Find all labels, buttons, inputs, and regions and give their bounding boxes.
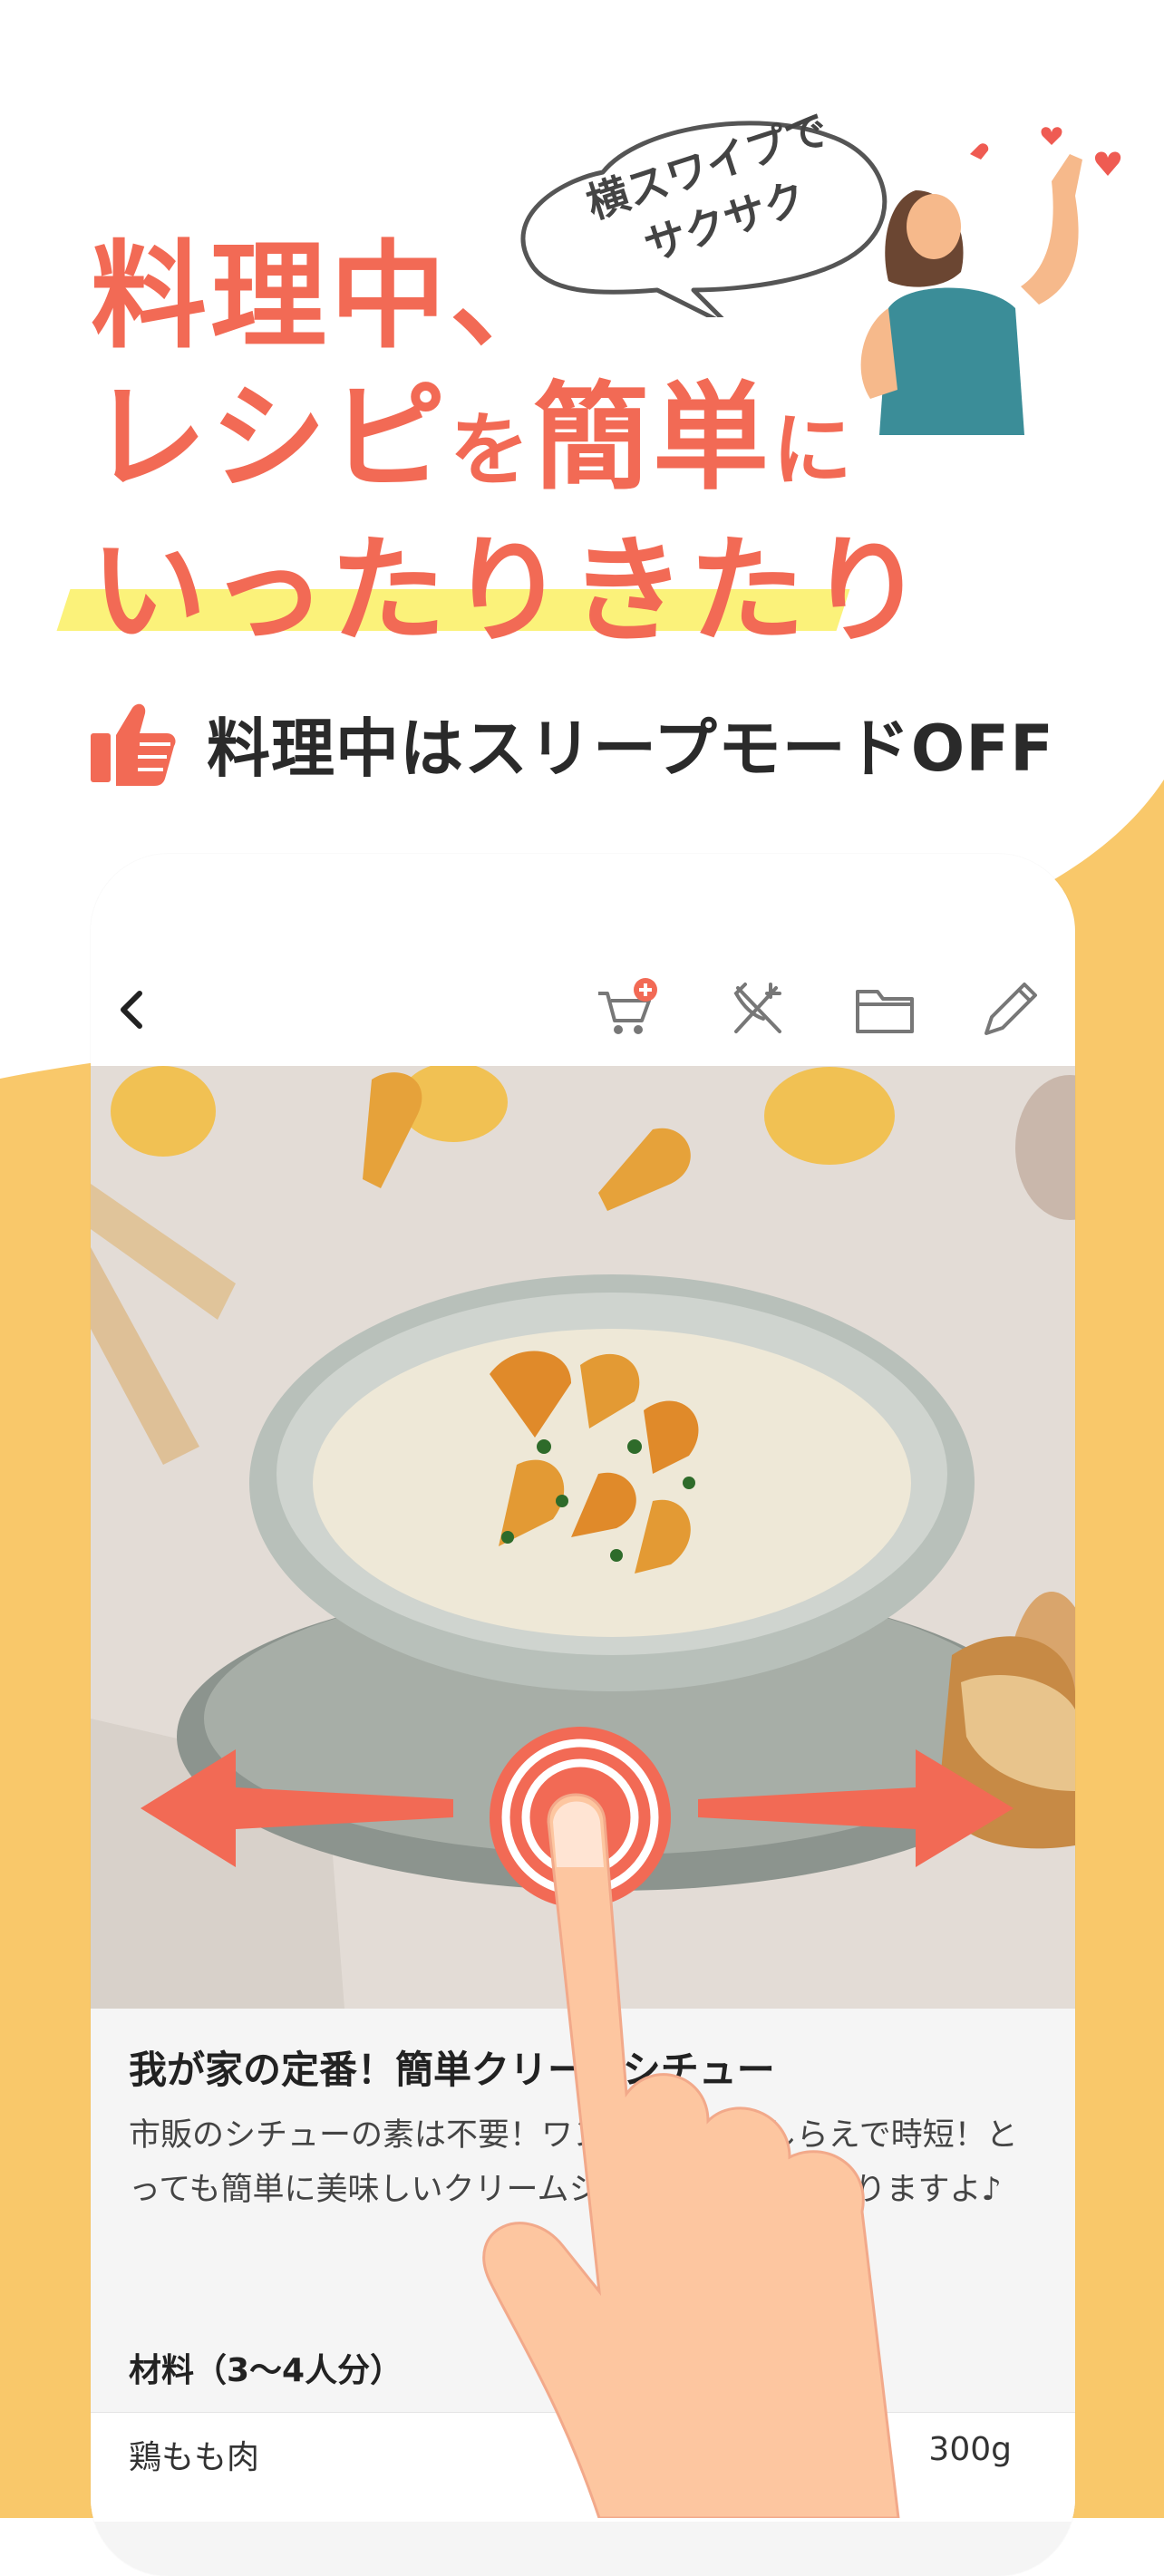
ingredient-row: 鶏もも肉 300g: [91, 2412, 1075, 2522]
subheading: 料理中はスリープモードOFF: [87, 698, 1054, 789]
ingredient-name: 鶏もも肉: [129, 2439, 260, 2476]
subheading-text: 料理中はスリープモードOFF: [207, 712, 1054, 786]
recipe-card: 我が家の定番！簡単クリームシチュー 市販のシチューの素は不要！ワンパンで下ごしら…: [91, 2009, 1075, 2576]
phone-mockup: 我が家の定番！簡単クリームシチュー 市販のシチューの素は不要！ワンパンで下ごしら…: [91, 854, 1075, 2576]
headline-line-2: レシピを簡単に: [91, 371, 857, 506]
folder-icon[interactable]: [847, 972, 923, 1048]
utensils-icon[interactable]: [720, 972, 796, 1048]
chevron-left-icon[interactable]: [96, 972, 172, 1048]
cart-add-icon[interactable]: [587, 972, 664, 1048]
headline-line-3: いったりきたり: [91, 524, 929, 659]
pencil-icon[interactable]: [972, 972, 1048, 1048]
thumbs-up-icon: [91, 703, 176, 786]
ingredient-quantity: 300g: [928, 2431, 1012, 2468]
recipe-photo[interactable]: [91, 1066, 1075, 2009]
recipe-nav-bar: [91, 954, 1075, 1066]
woman-illustration: [860, 127, 1121, 435]
recipe-title: 我が家の定番！簡単クリームシチュー: [129, 2048, 775, 2092]
recipe-description: 市販のシチューの素は不要！ワンパンで下ごしらえで時短！とっても簡単に美味しいクリ…: [129, 2117, 1018, 2208]
ingredients-heading: 材料（3〜4人分）: [129, 2352, 403, 2389]
